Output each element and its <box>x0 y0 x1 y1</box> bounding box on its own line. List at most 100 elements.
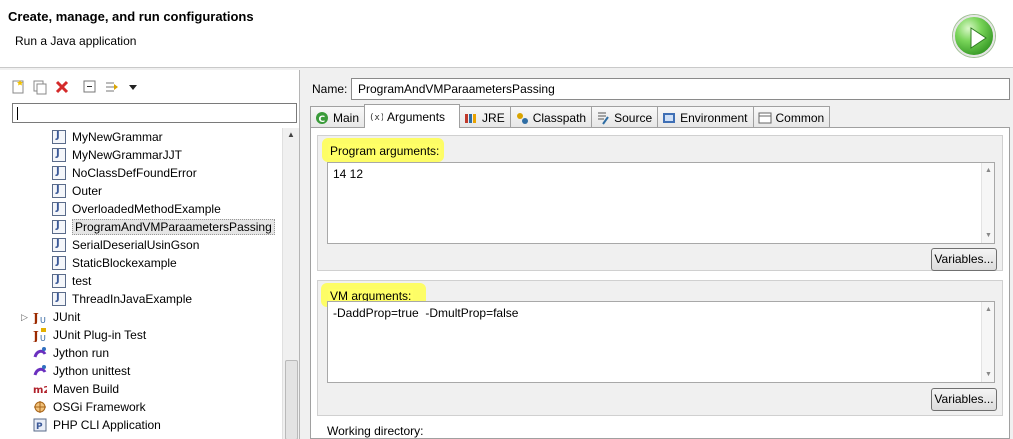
java-class-icon <box>52 184 66 198</box>
java-class-icon <box>52 148 66 162</box>
tree-item-label: NoClassDefFoundError <box>72 166 197 180</box>
vm-variables-button[interactable]: Variables... <box>931 388 997 411</box>
tree-item[interactable]: OSGi Framework <box>0 398 282 416</box>
name-label: Name: <box>312 82 348 96</box>
java-class-icon <box>52 292 66 306</box>
tree-item[interactable]: MyNewGrammar <box>0 128 282 146</box>
tree-item[interactable]: m2 Maven Build <box>0 380 282 398</box>
tab-main[interactable]: C Main <box>310 106 366 128</box>
name-input[interactable]: ProgramAndVMParaametersPassing <box>351 78 1010 100</box>
duplicate-icon[interactable] <box>32 79 48 95</box>
tree-item-label: JUnit <box>53 310 81 324</box>
java-class-icon <box>52 166 66 180</box>
tab-classpath[interactable]: Classpath <box>509 106 593 128</box>
tree-item[interactable]: ▷ J U JUnit <box>0 308 282 326</box>
php-icon: P <box>33 418 47 432</box>
launch-config-tree-panel: MyNewGrammar MyNewGrammarJJT NoClassDefFou… <box>0 70 300 439</box>
tree-item[interactable]: MyNewGrammarJJT <box>0 146 282 164</box>
java-class-icon <box>52 238 66 252</box>
text-caret <box>17 107 18 120</box>
svg-text:P: P <box>36 422 43 432</box>
tree-item[interactable]: SerialDeserialUsinGson <box>0 236 282 254</box>
tree-item-label: JUnit Plug-in Test <box>53 328 147 342</box>
filter-input[interactable] <box>12 103 297 123</box>
tab-environment[interactable]: Environment <box>657 106 754 128</box>
tab-source[interactable]: Source <box>591 106 659 128</box>
svg-text:U: U <box>40 316 46 324</box>
filter-icon[interactable] <box>104 79 120 95</box>
tree-item-label: Maven Build <box>53 382 120 396</box>
tree-item[interactable]: StaticBlockexample <box>0 254 282 272</box>
delete-icon[interactable] <box>54 79 70 95</box>
tree-item-label: OverloadedMethodExample <box>72 202 221 216</box>
tab-common[interactable]: Common <box>752 106 831 128</box>
tree-item-label: OSGi Framework <box>53 400 146 414</box>
tree-toolbar <box>10 78 148 96</box>
java-class-icon <box>52 130 66 144</box>
tree-item[interactable]: OverloadedMethodExample <box>0 200 282 218</box>
junit-plugin-icon: JU <box>32 328 47 343</box>
tab-label: Common <box>775 110 825 125</box>
svg-text:(x): (x) <box>369 113 383 123</box>
source-tab-icon <box>596 111 610 125</box>
tree-item-label: MyNewGrammar <box>72 130 163 144</box>
scroll-up-arrow-icon[interactable]: ▲ <box>287 130 295 139</box>
svg-text:C: C <box>319 115 326 125</box>
tab-arguments[interactable]: (x) Arguments <box>364 104 461 128</box>
tree-item[interactable]: J U JUnit Plug-in Test <box>0 326 282 344</box>
textarea-scrollbar[interactable]: ▲ ▼ <box>981 163 994 243</box>
common-tab-icon <box>758 111 772 125</box>
tree-item-label: test <box>72 274 92 288</box>
tree-item-label: ProgramAndVMParaametersPassing <box>72 219 275 235</box>
view-menu-icon[interactable] <box>126 79 142 95</box>
tree-item[interactable]: Jython unittest <box>0 362 282 380</box>
expand-arrow-icon[interactable]: ▷ <box>21 312 28 323</box>
textarea-scrollbar[interactable]: ▲ ▼ <box>981 302 994 382</box>
junit-icon: JU <box>32 310 47 325</box>
vm-arguments-value: -DaddProp=true -DmultProp=false <box>333 306 519 320</box>
tab-jre[interactable]: JRE <box>459 106 511 128</box>
tree-item[interactable]: Jython run <box>0 344 282 362</box>
tree-item[interactable]: NoClassDefFoundError <box>0 164 282 182</box>
svg-text:J: J <box>33 311 39 324</box>
svg-text:U: U <box>40 334 46 342</box>
tree-item[interactable]: ProgramAndVMParaametersPassing <box>0 218 282 236</box>
dialog-header: Create, manage, and run configurations R… <box>0 0 1013 68</box>
tree-item-label: PHP CLI Application <box>53 418 161 432</box>
tree-scrollbar[interactable]: ▲ <box>282 128 299 439</box>
maven-icon: m2 <box>33 382 50 396</box>
tree-item[interactable]: P PHP CLI Application <box>0 416 282 434</box>
java-class-icon <box>52 202 66 216</box>
scrollbar-thumb[interactable] <box>285 360 298 439</box>
vm-arguments-textarea[interactable]: -DaddProp=true -DmultProp=false ▲ ▼ <box>327 301 995 383</box>
tree-item[interactable]: ThreadInJavaExample <box>0 290 282 308</box>
new-launch-config-icon[interactable] <box>10 79 26 95</box>
arguments-tab-content: Program arguments: 14 12 ▲ ▼ Variables...… <box>310 127 1010 439</box>
jython-icon <box>33 364 47 378</box>
tree-item-label: StaticBlockexample <box>72 256 177 270</box>
dialog-title: Create, manage, and run configurations <box>8 9 254 24</box>
tree-item-label: MyNewGrammarJJT <box>72 148 182 162</box>
program-arguments-group: Program arguments: 14 12 ▲ ▼ Variables... <box>317 135 1003 271</box>
working-directory-label: Working directory: <box>327 424 424 438</box>
tab-label: Main <box>333 110 360 125</box>
program-arguments-value: 14 12 <box>333 167 364 181</box>
svg-text:J: J <box>33 329 39 342</box>
vm-arguments-group: VM arguments: -DaddProp=true -DmultProp=… <box>317 280 1003 416</box>
run-icon <box>953 15 995 57</box>
dialog-subtitle: Run a Java application <box>15 34 137 48</box>
tree-item-label: SerialDeserialUsinGson <box>72 238 200 252</box>
tree-item[interactable]: Outer <box>0 182 282 200</box>
program-variables-button[interactable]: Variables... <box>931 248 997 271</box>
launch-config-tree: MyNewGrammar MyNewGrammarJJT NoClassDefFou… <box>0 128 282 434</box>
tree-item[interactable]: test <box>0 272 282 290</box>
jython-icon <box>33 346 47 360</box>
tab-label: Classpath <box>532 110 587 125</box>
program-arguments-textarea[interactable]: 14 12 ▲ ▼ <box>327 162 995 244</box>
config-editor-panel: Name: ProgramAndVMParaametersPassing C Ma… <box>303 70 1013 439</box>
tree-item-label: Outer <box>72 184 103 198</box>
tree-item-label: ThreadInJavaExample <box>72 292 193 306</box>
collapse-all-icon[interactable] <box>82 79 98 95</box>
program-arguments-label: Program arguments: <box>328 144 442 158</box>
jre-tab-icon <box>464 111 478 125</box>
